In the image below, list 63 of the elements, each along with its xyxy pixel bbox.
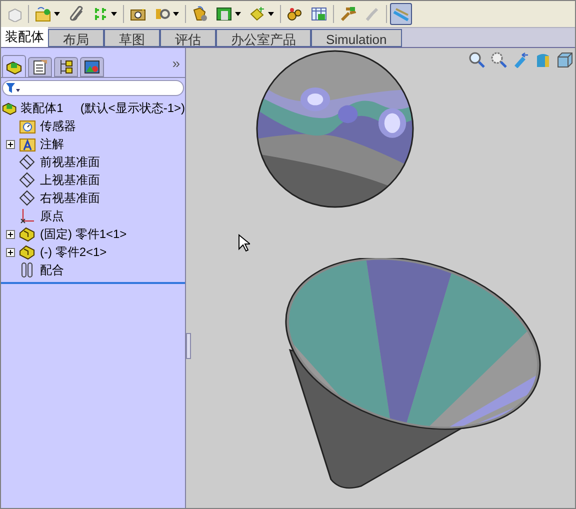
ribbon-tab[interactable]: 办公室产品 [216,29,311,47]
ribbon-tab[interactable]: 装配体 [1,27,48,47]
hammer-icon [340,6,356,22]
caret-icon [173,12,179,16]
filter-field[interactable] [2,80,184,96]
expand-icon[interactable] [6,248,14,256]
plane-icon [19,154,36,170]
table-icon [311,6,327,22]
ribbon-tab[interactable]: 草图 [104,29,160,47]
assembly-icon [2,100,18,116]
part-icon [216,6,232,22]
caret-icon [111,12,117,16]
feature-tree-tab[interactable] [2,55,26,77]
property-manager-tab[interactable] [28,57,52,77]
part-icon [19,244,36,260]
ribbon-tab[interactable]: 布局 [48,29,104,47]
cursor-icon [238,234,250,252]
caret-icon [54,12,60,16]
more-button[interactable]: » [172,53,180,74]
plane-icon [19,172,36,188]
tree-item[interactable]: (-) 零件2<1> [40,243,107,261]
annotation-folder-icon [19,136,36,152]
display-manager-icon [84,59,100,75]
gears-icon [287,6,303,22]
camera-icon [130,6,146,22]
folder-icon [35,6,51,22]
zoom-area-icon[interactable] [491,52,507,68]
tree-item[interactable]: 传感器 [40,117,76,135]
origin-icon [19,208,36,224]
ruler-icon [393,6,409,22]
configuration-manager-icon [58,59,74,75]
tree-item[interactable]: (固定) 零件1<1> [40,225,127,243]
tree-item[interactable]: 原点 [40,207,64,225]
view-orientation-icon[interactable] [557,52,573,68]
tree-item[interactable]: 上视基准面 [40,171,100,189]
plane-icon [19,190,36,206]
feature-tree-icon [6,58,22,74]
tree-item[interactable]: 配合 [40,261,64,279]
ruler-button[interactable] [390,3,412,25]
paperclip-icon [68,6,84,22]
tree-item[interactable]: 装配体1 [20,99,64,117]
property-manager-icon [32,59,48,75]
part-icon [19,226,36,242]
ribbon-tab[interactable]: 评估 [160,29,216,47]
pattern-icon [92,6,108,22]
display-manager-tab[interactable] [80,57,104,77]
caret-icon [235,12,241,16]
sparkle-icon [249,6,265,22]
config-label: (默认<显示状态-1>) [80,100,185,117]
caret-icon [268,12,274,16]
tree-item[interactable]: 前视基准面 [40,153,100,171]
zoom-fit-icon[interactable] [469,52,485,68]
expand-icon[interactable] [6,140,14,148]
tree-item[interactable]: 右视基准面 [40,189,100,207]
expand-icon[interactable] [6,230,14,238]
box-icon [6,6,22,22]
filter-icon [6,82,20,94]
sensor-folder-icon [19,118,36,134]
view-previous-icon[interactable] [513,52,529,68]
configuration-manager-tab[interactable] [54,57,78,77]
tree-item[interactable]: 注解 [40,135,64,153]
splitter-handle[interactable] [186,333,191,359]
ribbon-tab[interactable]: Simulation [311,29,402,47]
